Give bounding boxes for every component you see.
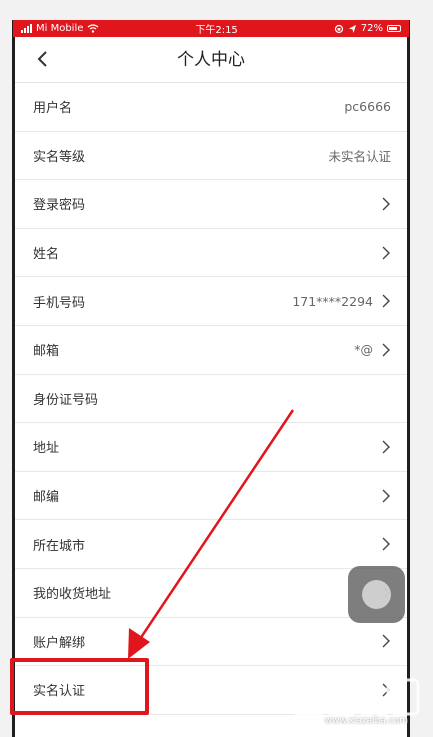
list-item[interactable]: 手机号码 171****2294 [15, 277, 407, 326]
battery-percent: 72% [360, 23, 383, 34]
list-item[interactable]: 登录密码 [15, 180, 407, 229]
list-item-label: 身份证号码 [33, 392, 99, 408]
list-item[interactable]: 邮编 [15, 472, 407, 521]
lock-rotation-icon [334, 24, 343, 33]
list-item[interactable]: 邮箱 *@ [15, 326, 407, 375]
profile-list: 用户名 pc6666 实名等级 未实名认证登录密码姓名手机号码 171****2294 邮… [15, 83, 407, 715]
list-item-label: 我的收货地址 [33, 587, 112, 603]
phone-screen: 个人中心 用户名 pc6666 实名等级 未实名认证登录密码姓名手机号码 171****… [12, 20, 410, 737]
wifi-icon [87, 24, 99, 33]
location-icon [348, 24, 356, 33]
list-item-value: 171****2294 [292, 293, 373, 309]
chevron-right-icon [382, 537, 390, 551]
chevron-right-icon [382, 634, 390, 648]
highlight-box [10, 658, 149, 715]
list-item-label: 用户名 [33, 101, 73, 117]
list-item[interactable]: 地址 [15, 423, 407, 472]
list-item-label: 登录密码 [33, 198, 86, 214]
chevron-right-icon [382, 197, 390, 211]
list-item-label: 所在城市 [33, 538, 86, 554]
list-item-value: pc6666 [344, 99, 391, 115]
list-item-label: 邮编 [33, 490, 60, 506]
list-item[interactable]: 实名等级 未实名认证 [15, 132, 407, 181]
signal-icon [21, 24, 32, 33]
chevron-right-icon [382, 246, 390, 260]
page-title: 个人中心 [177, 50, 245, 70]
list-item-label: 手机号码 [33, 295, 86, 311]
chevron-right-icon [382, 489, 390, 503]
list-item[interactable]: 身份证号码 [15, 375, 407, 424]
list-item-value: *@ [354, 342, 373, 358]
battery-icon [387, 25, 401, 32]
watermark-domain: www.xiazaiba.com [324, 716, 408, 726]
chevron-right-icon [382, 343, 390, 357]
list-item-label: 账户解绑 [33, 635, 86, 651]
nav-bar: 个人中心 [15, 37, 407, 83]
floating-assistive-button[interactable] [348, 566, 405, 623]
watermark-logo: www.xiazaiba.com [292, 676, 422, 730]
list-item-label: 邮箱 [33, 344, 60, 360]
list-item-label: 地址 [33, 441, 60, 457]
chevron-right-icon [382, 440, 390, 454]
list-item-value: 未实名认证 [328, 148, 391, 164]
list-item[interactable]: 所在城市 [15, 520, 407, 569]
list-item[interactable]: 用户名 pc6666 [15, 83, 407, 132]
list-item-label: 实名等级 [33, 149, 86, 165]
list-item-label: 姓名 [33, 247, 60, 263]
chevron-right-icon [382, 294, 390, 308]
status-time: 下午2:15 [195, 25, 238, 36]
list-item[interactable]: 姓名 [15, 229, 407, 278]
carrier-name: Mi Mobile [36, 23, 84, 34]
status-bar: Mi Mobile 下午2:15 72% [13, 20, 409, 37]
